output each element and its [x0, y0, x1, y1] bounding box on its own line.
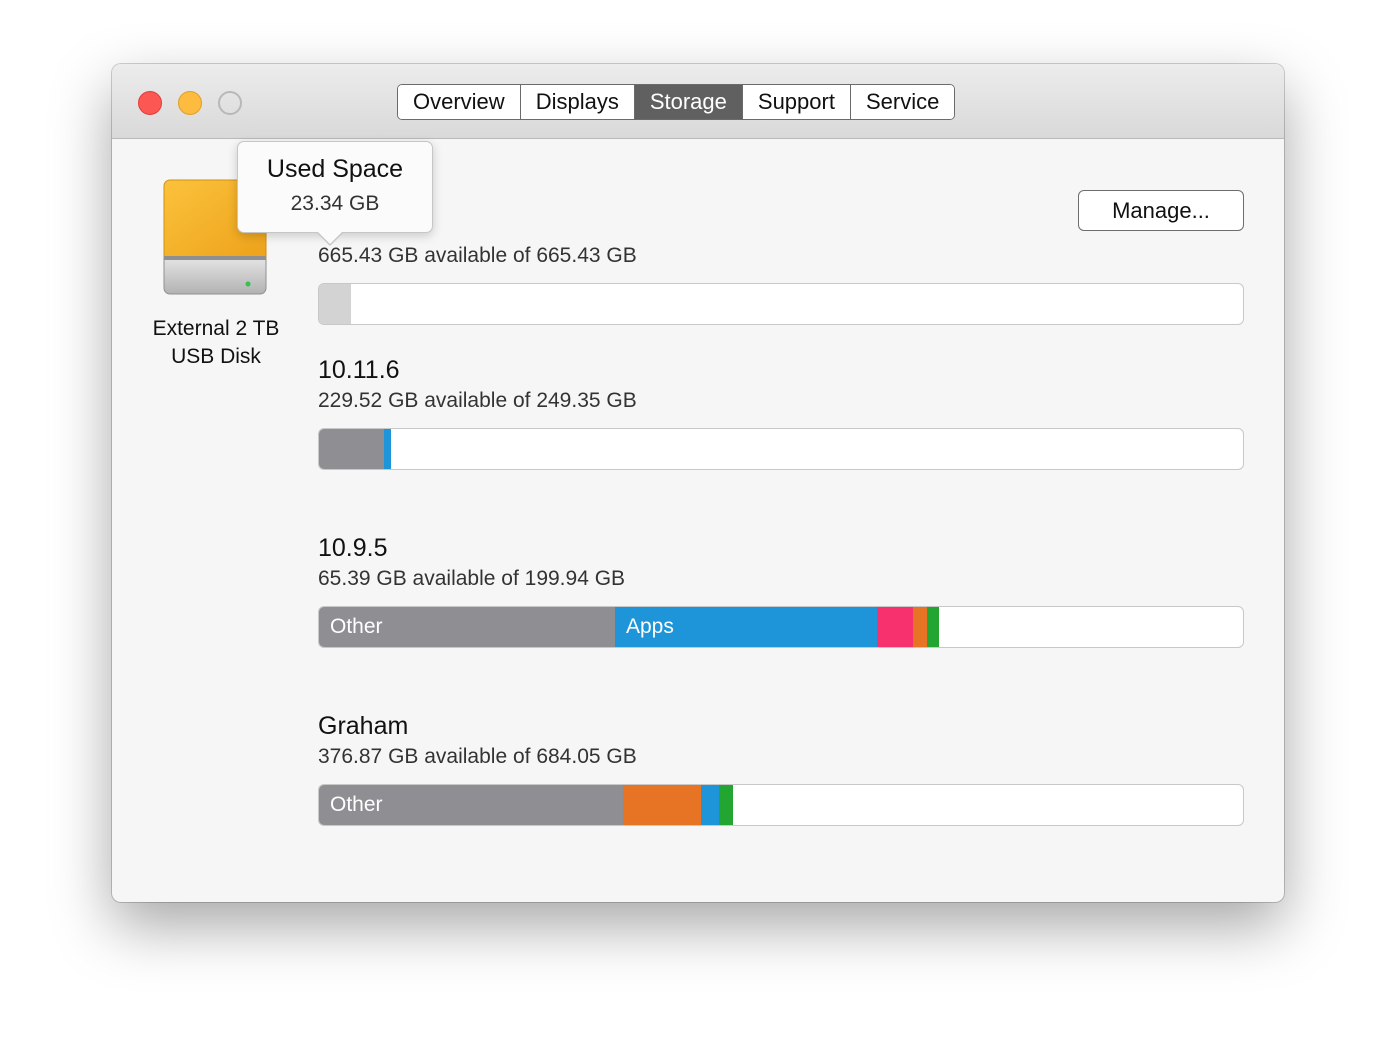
- volume-available: 65.39 GB available of 199.94 GB: [318, 567, 626, 590]
- tab-overview[interactable]: Overview: [398, 85, 521, 119]
- tooltip-title: Used Space: [266, 155, 404, 183]
- volume-1: 10.11.6 229.52 GB available of 249.35 GB: [318, 354, 1244, 470]
- about-this-mac-window: Overview Displays Storage Support Servic…: [112, 64, 1284, 902]
- volume-name: Graham: [318, 712, 409, 740]
- tab-displays[interactable]: Displays: [520, 85, 635, 119]
- storage-segment-apps[interactable]: Apps: [615, 607, 877, 647]
- segment-label: Other: [330, 793, 383, 816]
- segment-label: Other: [330, 615, 383, 638]
- tab-support[interactable]: Support: [742, 85, 851, 119]
- volume-available: 665.43 GB available of 665.43 GB: [318, 244, 637, 267]
- storage-segment-photos[interactable]: [877, 607, 913, 647]
- storage-bar[interactable]: [318, 428, 1244, 470]
- storage-segment-documents[interactable]: [927, 607, 939, 647]
- storage-segment-apps[interactable]: [384, 429, 391, 469]
- disk-name-line2: USB Disk: [171, 345, 261, 368]
- tooltip-value: 23.34 GB: [290, 192, 380, 215]
- tab-bar: Overview Displays Storage Support Servic…: [397, 84, 956, 120]
- tooltip-arrow: [316, 231, 344, 246]
- storage-bar[interactable]: Other Apps: [318, 606, 1244, 648]
- volume-available: 376.87 GB available of 684.05 GB: [318, 745, 637, 768]
- storage-segment-documents[interactable]: [719, 785, 733, 825]
- volume-name: 10.9.5: [318, 534, 388, 562]
- volume-name: [318, 209, 1244, 241]
- storage-bar[interactable]: [318, 283, 1244, 325]
- storage-segment-used[interactable]: [319, 284, 351, 324]
- storage-segment-music[interactable]: [913, 607, 927, 647]
- disk-name: External 2 TB USB Disk: [132, 315, 300, 371]
- storage-segment-apps[interactable]: [701, 785, 719, 825]
- segment-label: Apps: [626, 615, 674, 638]
- storage-segment-other[interactable]: Other: [319, 785, 623, 825]
- storage-segment-music[interactable]: [623, 785, 701, 825]
- used-space-tooltip: Used Space 23.34 GB: [237, 141, 433, 246]
- zoom-button[interactable]: [218, 91, 242, 115]
- close-button[interactable]: [138, 91, 162, 115]
- storage-segment-other[interactable]: [319, 429, 384, 469]
- volume-2: 10.9.5 65.39 GB available of 199.94 GB O…: [318, 532, 1244, 648]
- tab-service[interactable]: Service: [850, 85, 955, 119]
- volume-available: 229.52 GB available of 249.35 GB: [318, 389, 637, 412]
- volume-3: Graham 376.87 GB available of 684.05 GB …: [318, 710, 1244, 826]
- disk-name-line1: External 2 TB: [152, 317, 280, 340]
- tab-storage[interactable]: Storage: [634, 85, 743, 119]
- storage-segment-other[interactable]: Other: [319, 607, 615, 647]
- minimize-button[interactable]: [178, 91, 202, 115]
- volume-0: 665.43 GB available of 665.43 GB: [318, 209, 1244, 325]
- storage-bar[interactable]: Other: [318, 784, 1244, 826]
- volume-name: 10.11.6: [318, 356, 400, 384]
- title-bar: Overview Displays Storage Support Servic…: [112, 64, 1284, 139]
